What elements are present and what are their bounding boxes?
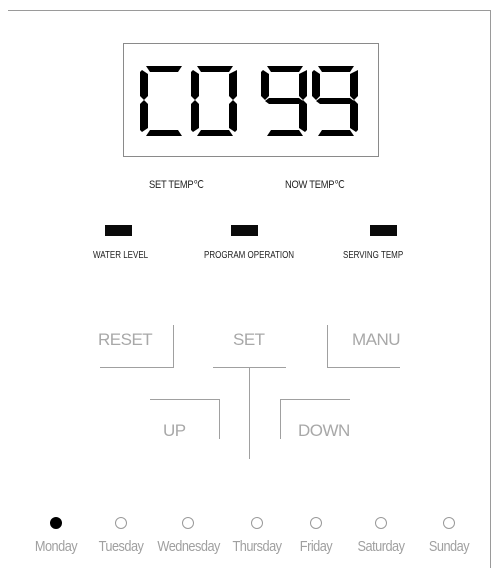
up-button[interactable]: UP — [163, 421, 186, 441]
digit-c — [140, 66, 182, 136]
day-tuesday[interactable]: Tuesday — [90, 517, 152, 555]
day-thursday-label: Thursday — [232, 538, 282, 555]
day-sunday-label: Sunday — [428, 538, 470, 555]
water-level-led — [105, 225, 132, 236]
down-button-border-left — [280, 399, 281, 439]
now-temp-label: NOW TEMP℃ — [285, 179, 345, 191]
day-friday-radio[interactable] — [310, 517, 322, 529]
lcd-display — [123, 43, 379, 157]
reset-button-border-bottom — [100, 367, 174, 368]
down-button-border-top — [280, 399, 350, 400]
day-saturday-label: Saturday — [357, 538, 405, 555]
serving-temp-label: SERVING TEMP — [343, 250, 404, 261]
day-friday-label: Friday — [299, 538, 333, 555]
day-tuesday-radio[interactable] — [115, 517, 127, 529]
day-thursday-radio[interactable] — [251, 517, 263, 529]
day-thursday[interactable]: Thursday — [224, 517, 290, 555]
set-temp-label: SET TEMP℃ — [149, 179, 204, 191]
day-saturday-radio[interactable] — [375, 517, 387, 529]
day-monday[interactable]: Monday — [22, 517, 90, 555]
digit-0 — [191, 66, 237, 136]
digit-9-tens — [261, 66, 307, 136]
day-sunday[interactable]: Sunday — [418, 517, 480, 555]
center-divider — [249, 367, 250, 459]
down-button[interactable]: DOWN — [298, 421, 350, 441]
seven-segment-readout — [140, 66, 358, 136]
reset-button[interactable]: RESET — [98, 330, 153, 350]
set-button[interactable]: SET — [233, 330, 265, 350]
day-monday-radio[interactable] — [50, 517, 62, 529]
up-button-border-right — [219, 399, 220, 439]
digit-9-ones — [312, 66, 358, 136]
manu-button[interactable]: MANU — [352, 330, 401, 350]
day-saturday[interactable]: Saturday — [347, 517, 415, 555]
manu-button-border-bottom — [327, 367, 400, 368]
day-wednesday[interactable]: Wednesday — [152, 517, 224, 555]
serving-temp-led — [370, 225, 397, 236]
day-wednesday-label: Wednesday — [157, 538, 220, 555]
day-wednesday-radio[interactable] — [182, 517, 194, 529]
up-button-border-top — [150, 399, 220, 400]
day-monday-label: Monday — [34, 538, 78, 555]
program-operation-led — [231, 225, 258, 236]
day-friday[interactable]: Friday — [290, 517, 342, 555]
program-operation-label: PROGRAM OPERATION — [204, 250, 295, 261]
water-level-label: WATER LEVEL — [93, 250, 149, 261]
day-tuesday-label: Tuesday — [98, 538, 144, 555]
day-sunday-radio[interactable] — [443, 517, 455, 529]
manu-button-border-left — [327, 325, 328, 368]
reset-button-border-right — [173, 325, 174, 368]
